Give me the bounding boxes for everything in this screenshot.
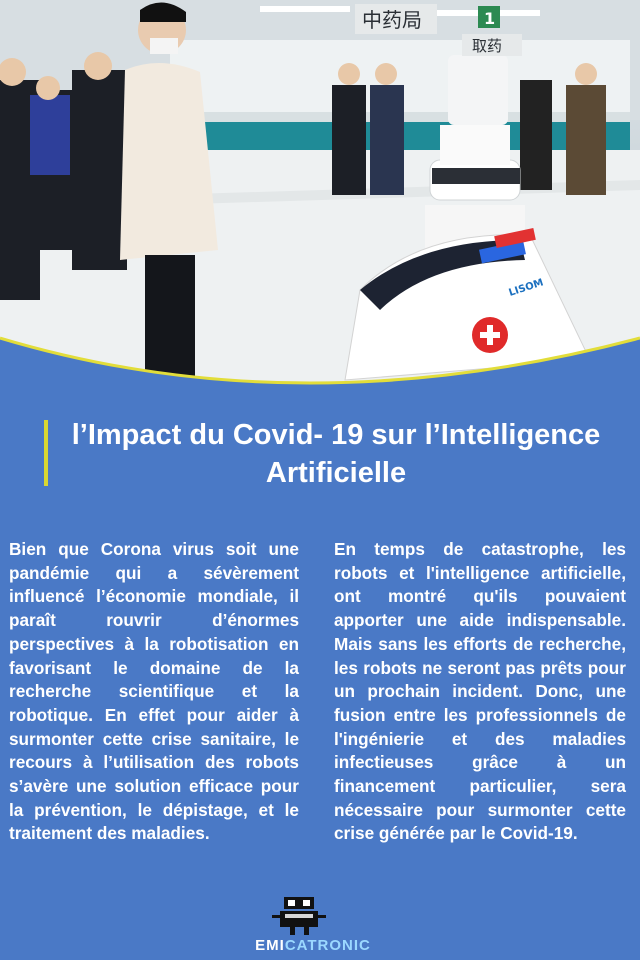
title-accent-bar [44, 420, 48, 486]
sign-pharmacy: 中药局 [362, 8, 422, 32]
logo-wordmark: EMICATRONIC [228, 937, 398, 954]
page-title: l’Impact du Covid- 19 sur l’Intelligence… [56, 416, 616, 492]
curved-divider [0, 336, 640, 408]
logo-text-catronic: CATRONIC [284, 937, 371, 954]
logo-text-emi: EMI [255, 937, 285, 954]
sign-number: 1 [484, 9, 495, 28]
title-line-1: l’Impact du Covid- 19 sur l’Intelligence [71, 419, 601, 451]
sign-take-medicine: 取药 [472, 37, 502, 55]
emicatronic-logo: EMICATRONIC [228, 895, 398, 955]
title-line-2: Artificielle [265, 457, 407, 489]
body-column-left: Bien que Corona virus soit une pandémie … [9, 539, 299, 844]
robot-logo-icon [272, 897, 326, 935]
poster: 中药局 1 取药 LISOM l’Impact du Covid- 19 sur… [0, 0, 640, 960]
body-column-right: En temps de catastrophe, les robots et l… [334, 539, 626, 844]
